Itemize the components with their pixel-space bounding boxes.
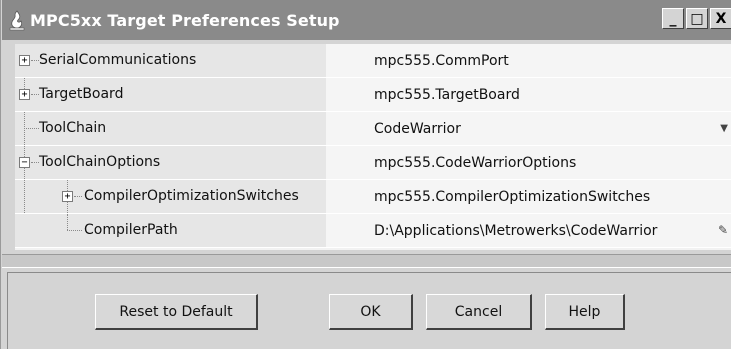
tree-connector [67, 214, 68, 230]
value-cell[interactable]: CodeWarrior ▼ [326, 112, 731, 145]
expand-icon[interactable]: + [19, 89, 30, 100]
value-cell[interactable]: mpc555.CodeWarriorOptions [326, 146, 731, 179]
expand-icon[interactable]: + [19, 55, 30, 66]
tree-row-serial-communications[interactable]: + SerialCommunications mpc555.CommPort [15, 44, 731, 78]
cancel-button[interactable]: Cancel [426, 294, 532, 330]
tree-row-tool-chain[interactable]: ToolChain CodeWarrior ▼ [15, 112, 731, 146]
edit-pencil-icon[interactable]: ✎ [718, 223, 728, 237]
preferences-tree-table: + SerialCommunications mpc555.CommPort +… [15, 44, 731, 250]
value-cell[interactable]: D:\Applications\Metrowerks\CodeWarrior ✎ [326, 214, 731, 247]
tree-row-compiler-optimization-switches[interactable]: + CompilerOptimizationSwitches mpc555.Co… [15, 180, 731, 214]
row-name: ToolChain [39, 120, 107, 136]
divider-strip [2, 254, 731, 268]
row-name: CompilerOptimizationSwitches [84, 188, 299, 204]
row-value: CodeWarrior [374, 120, 461, 137]
button-panel: Reset to Default OK Cancel Help [7, 272, 731, 349]
name-cell[interactable]: + SerialCommunications [15, 44, 326, 77]
value-cell[interactable]: mpc555.CompilerOptimizationSwitches [326, 180, 731, 213]
ok-button[interactable]: OK [329, 294, 413, 330]
tree-connector [74, 196, 82, 197]
tree-connector [67, 230, 82, 231]
name-cell[interactable]: CompilerPath [15, 214, 326, 247]
dropdown-arrow-icon[interactable]: ▼ [720, 123, 728, 134]
row-value: D:\Applications\Metrowerks\CodeWarrior [374, 222, 658, 239]
close-button[interactable]: X [710, 8, 731, 29]
tree-connector [24, 128, 39, 129]
reset-to-default-button[interactable]: Reset to Default [95, 294, 258, 330]
collapse-icon[interactable]: − [19, 157, 30, 168]
tree-connector [31, 60, 39, 61]
window-controls: _ □ X [660, 8, 731, 29]
app-icon [9, 10, 25, 31]
row-name: ToolChainOptions [39, 154, 161, 170]
maximize-button[interactable]: □ [686, 8, 708, 29]
tree-connector [24, 78, 25, 89]
minimize-button[interactable]: _ [662, 8, 684, 29]
row-value: mpc555.CompilerOptimizationSwitches [374, 188, 651, 205]
row-value: mpc555.CodeWarriorOptions [374, 154, 577, 171]
tree-connector [24, 180, 25, 213]
name-cell[interactable]: − ToolChainOptions [15, 146, 326, 179]
row-name: CompilerPath [84, 222, 178, 238]
tree-row-target-board[interactable]: + TargetBoard mpc555.TargetBoard [15, 78, 731, 112]
tree-connector [24, 146, 25, 157]
row-value: mpc555.CommPort [374, 52, 509, 69]
tree-connector [24, 168, 25, 179]
preferences-window: MPC5xx Target Preferences Setup _ □ X + … [0, 0, 731, 349]
value-cell[interactable]: mpc555.TargetBoard [326, 78, 731, 111]
tree-row-compiler-path[interactable]: CompilerPath D:\Applications\Metrowerks\… [15, 214, 731, 248]
name-cell[interactable]: + TargetBoard [15, 78, 326, 111]
tree-connector [67, 202, 68, 213]
tree-connector [31, 94, 39, 95]
name-cell[interactable]: + CompilerOptimizationSwitches [15, 180, 326, 213]
window-title: MPC5xx Target Preferences Setup [30, 10, 340, 30]
name-cell[interactable]: ToolChain [15, 112, 326, 145]
row-value: mpc555.TargetBoard [374, 86, 520, 103]
tree-connector [67, 180, 68, 191]
tree-connector [31, 162, 39, 163]
tree-row-tool-chain-options[interactable]: − ToolChainOptions mpc555.CodeWarriorOpt… [15, 146, 731, 180]
expand-icon[interactable]: + [62, 191, 73, 202]
help-button[interactable]: Help [545, 294, 625, 330]
row-name: TargetBoard [39, 86, 124, 102]
row-name: SerialCommunications [39, 52, 197, 68]
title-bar[interactable]: MPC5xx Target Preferences Setup _ □ X [2, 0, 731, 40]
value-cell[interactable]: mpc555.CommPort [326, 44, 731, 77]
